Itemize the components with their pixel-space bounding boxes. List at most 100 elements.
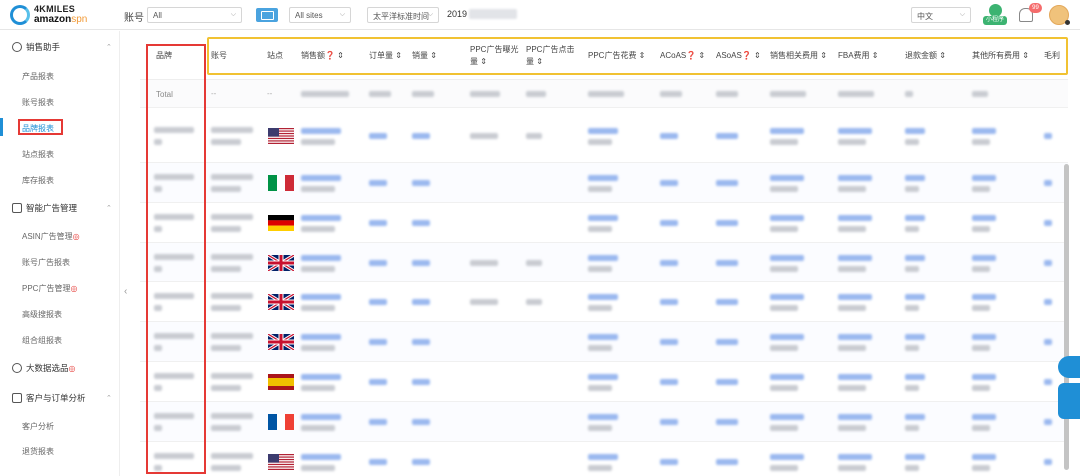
active-indicator [0, 118, 3, 136]
collapse-sidebar-icon[interactable]: ‹ [124, 286, 127, 297]
avatar[interactable] [1049, 5, 1070, 25]
flag-uk-icon [268, 255, 294, 271]
metric-subvalue-redacted [770, 305, 798, 311]
total-asoas-value [716, 91, 738, 97]
sidebar-item-advanced-report[interactable]: 高级搜报表 [22, 309, 62, 320]
metric-value-redacted [412, 220, 430, 226]
table-row [140, 402, 1068, 442]
sidebar-item-account-report[interactable]: 账号报表 [22, 97, 54, 108]
metric-subvalue-redacted [972, 186, 990, 192]
table-row [140, 163, 1068, 203]
account-select[interactable]: All ⌵ [147, 7, 242, 23]
metric-value-redacted [660, 339, 678, 345]
timezone-select[interactable]: 太平洋标准时间 ⌵ [367, 7, 439, 23]
sidebar-group-sales-assistant[interactable]: 销售助手 ⌃ [12, 41, 112, 53]
logo-mark-icon [10, 5, 30, 25]
metric-value-redacted [838, 215, 872, 221]
account-name-redacted [211, 226, 241, 232]
total-fba-fees-value [838, 91, 874, 97]
brand-column-highlight [146, 44, 206, 474]
table-row-total: Total -- -- [140, 80, 1068, 108]
metric-value-redacted [660, 180, 678, 186]
sidebar-item-ppc-ad[interactable]: PPC广告管理◎ [22, 283, 77, 294]
metric-value-redacted [1044, 459, 1052, 465]
metric-value-redacted [301, 175, 341, 181]
metric-value-redacted [369, 180, 387, 186]
total-site-dash: -- [267, 89, 273, 98]
total-clicks-value [526, 91, 546, 97]
sidebar-item-group-report[interactable]: 组合组报表 [22, 335, 62, 346]
metric-subvalue-redacted [301, 139, 335, 145]
metric-value-redacted [838, 175, 872, 181]
flag-it-icon [268, 175, 294, 191]
sidebar-group-big-data[interactable]: 大数据选品 ◎ [12, 362, 76, 374]
chevron-up-icon: ⌃ [106, 205, 112, 212]
metric-subvalue-redacted [838, 385, 866, 391]
feedback-float-button[interactable] [1058, 383, 1080, 419]
sidebar-item-account-ad-report[interactable]: 账号广告报表 [22, 257, 70, 268]
logo-text-line1: 4KMILES [34, 4, 76, 14]
date-range-value[interactable]: 2019 [447, 9, 467, 19]
sidebar-item-inventory-report[interactable]: 库存报表 [22, 175, 54, 186]
language-select[interactable]: 中文 ⌵ [911, 7, 971, 23]
metric-value-redacted [412, 419, 430, 425]
metric-value-redacted [716, 299, 738, 305]
metric-value-redacted [838, 128, 872, 134]
metric-value-redacted [660, 220, 678, 226]
metric-value-redacted [905, 454, 925, 460]
sidebar-group-ad-management[interactable]: 智能广告管理 ⌃ [12, 202, 112, 214]
vertical-scrollbar[interactable] [1064, 164, 1069, 470]
flag-us-icon [268, 454, 294, 470]
metric-value-redacted [412, 180, 430, 186]
impressions-value-redacted [470, 299, 498, 305]
world-map-icon[interactable] [256, 8, 278, 22]
metric-value-redacted [301, 454, 341, 460]
sales-icon [12, 42, 22, 52]
account-name-redacted [211, 254, 253, 260]
total-account-dash: -- [211, 89, 217, 98]
metric-value-redacted [770, 215, 804, 221]
table-row [140, 243, 1068, 282]
metric-value-redacted [838, 255, 872, 261]
sidebar-item-product-report[interactable]: 产品报表 [22, 71, 54, 82]
metric-value-redacted [369, 379, 387, 385]
metric-value-redacted [412, 133, 430, 139]
metric-value-redacted [972, 294, 996, 300]
metric-subvalue-redacted [905, 425, 919, 431]
metric-subvalue-redacted [770, 266, 798, 272]
metric-value-redacted [660, 379, 678, 385]
brand-report-highlight [18, 119, 63, 135]
table-row [140, 108, 1068, 163]
metric-value-redacted [905, 334, 925, 340]
metric-value-redacted [716, 379, 738, 385]
sidebar-item-customer-analysis[interactable]: 客户分析 [22, 421, 54, 432]
metric-value-redacted [1044, 133, 1052, 139]
metric-value-redacted [838, 334, 872, 340]
metric-subvalue-redacted [838, 465, 866, 471]
chevron-down-icon: ⌵ [230, 11, 236, 18]
metric-value-redacted [770, 255, 804, 261]
sidebar-group-customer-order[interactable]: 客户与订单分析 ⌃ [12, 392, 112, 404]
metric-value-redacted [838, 294, 872, 300]
mini-program-icon[interactable]: 小程序 [983, 4, 1007, 26]
metric-value-redacted [716, 220, 738, 226]
table-row [140, 442, 1068, 476]
metric-subvalue-redacted [905, 465, 919, 471]
flag-uk-icon [268, 334, 294, 350]
metric-value-redacted [1044, 180, 1052, 186]
sidebar-item-asin-ad[interactable]: ASIN广告管理◎ [22, 231, 80, 242]
site-select[interactable]: All sites ⌵ [289, 7, 351, 23]
table-row [140, 203, 1068, 243]
metric-value-redacted [588, 414, 618, 420]
sidebar-item-site-report[interactable]: 站点报表 [22, 149, 54, 160]
metric-subvalue-redacted [301, 226, 335, 232]
app-logo[interactable]: 4KMILES amazonspn [8, 3, 108, 27]
metric-subvalue-redacted [301, 186, 335, 192]
account-name-redacted [211, 453, 253, 459]
support-float-icon[interactable] [1058, 356, 1080, 378]
metric-value-redacted [412, 459, 430, 465]
metric-value-redacted [972, 334, 996, 340]
account-name-redacted [211, 305, 241, 311]
metric-value-redacted [905, 215, 925, 221]
sidebar-item-return-report[interactable]: 退货报表 [22, 446, 54, 457]
